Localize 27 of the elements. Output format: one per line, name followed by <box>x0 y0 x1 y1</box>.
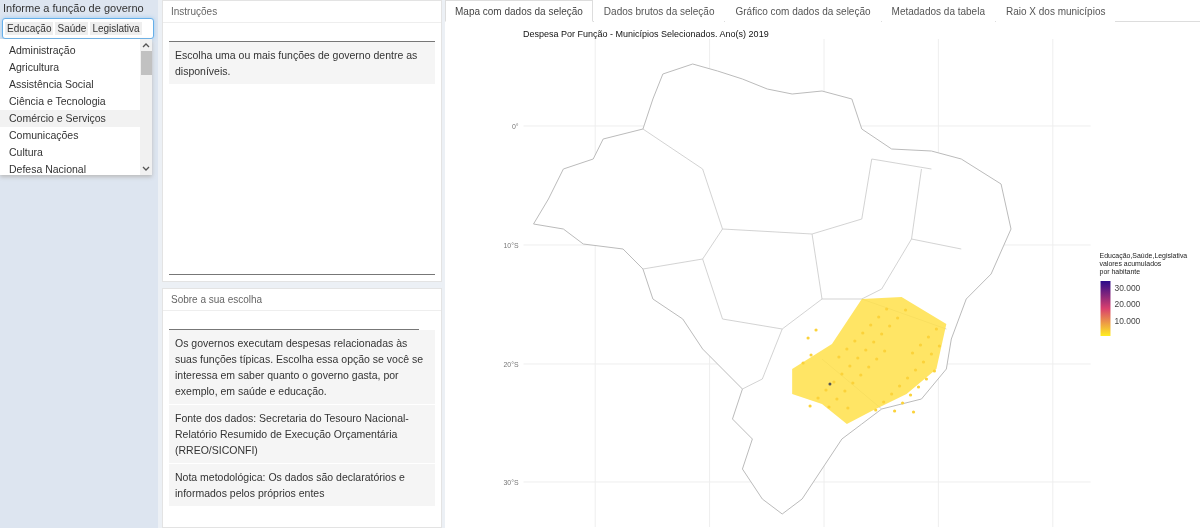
tab[interactable]: Mapa com dados da seleção <box>445 0 593 22</box>
legend-gradient <box>1100 281 1111 336</box>
dropdown-option[interactable]: Agricultura <box>0 59 140 76</box>
legend-tick-label: 30.000 <box>1114 283 1141 293</box>
legend-tick-label: 10.000 <box>1114 316 1141 326</box>
info-paragraph: Os governos executam despesas relacionadas às suas funções típicas. Escolha essa opção se você se interessa em saber quanto o governo gasta, por exemplo, em saúde e educação. <box>169 330 435 404</box>
panel-title: Instruções <box>163 1 441 23</box>
dropdown-option[interactable]: Comércio e Serviços <box>0 110 140 127</box>
panel-title: Sobre a sua escolha <box>163 289 441 311</box>
selected-tag[interactable]: Educação <box>5 22 54 35</box>
dropdown-option[interactable]: Assistência Social <box>0 76 140 93</box>
selected-tag[interactable]: Legislativa <box>90 22 142 35</box>
info-paragraph: Fonte dos dados: Secretaria do Tesouro Nacional- Relatório Resumido de Execução Orçamentária (RREO/SICONFI) <box>169 405 435 463</box>
dropdown-option[interactable]: Defesa Nacional <box>0 161 140 178</box>
dropdown-option[interactable]: Administração <box>0 42 140 59</box>
function-select-field[interactable]: Educação Saúde Legislativa <box>2 18 154 39</box>
selected-tag[interactable]: Saúde <box>55 22 89 35</box>
legend-tick-label: 20.000 <box>1114 299 1141 309</box>
map-title: Despesa Por Função - Municípios Selecionados. Ano(s) 2019 <box>523 29 769 39</box>
scrollbar[interactable] <box>140 39 152 175</box>
dropdown-option[interactable]: Cultura <box>0 144 140 161</box>
scroll-thumb[interactable] <box>140 51 152 75</box>
dropdown-option[interactable]: Comunicações <box>0 127 140 144</box>
instruction-text: Escolha uma ou mais funções de governo dentre as disponíveis. <box>169 42 435 84</box>
dropdown-option[interactable]: Ciência e Tecnologia <box>0 93 140 110</box>
info-paragraph: Nota metodológica: Os dados são declaratórios e informados pelos próprios entes <box>169 464 435 506</box>
field-label: Informe a função de governo <box>2 1 145 16</box>
